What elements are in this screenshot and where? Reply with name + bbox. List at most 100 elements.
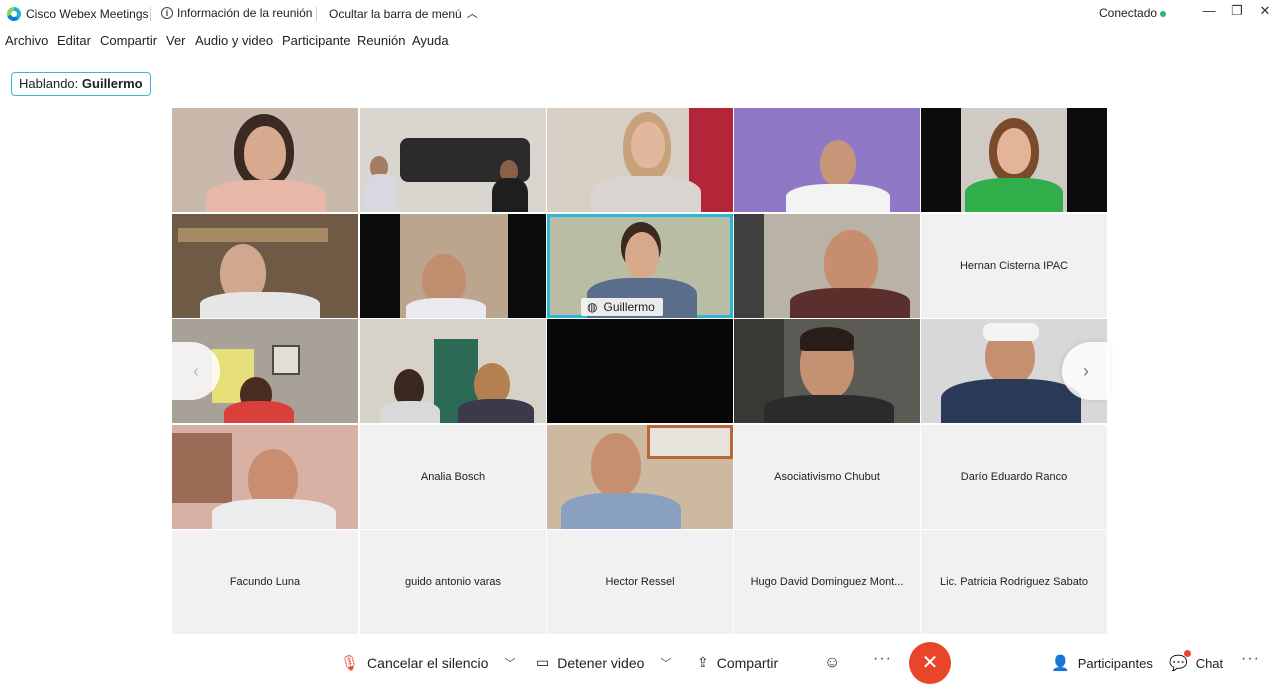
participant-body [591,176,701,212]
participant-tile[interactable]: Darío Eduardo Ranco [921,425,1107,529]
participant-name: guido antonio varas [404,576,501,588]
close-icon: ✕ [921,652,939,674]
video-tile[interactable] [734,108,920,212]
unmute-label: Cancelar el silencio [367,655,489,671]
participant-tile[interactable]: Facundo Luna [172,530,358,634]
shelf [172,433,232,503]
share-button[interactable]: ⇪ Compartir [697,654,778,671]
stop-video-button[interactable]: ▭ Detener video ﹀ [536,654,671,671]
participant-body [492,178,528,212]
menu-ver[interactable]: Ver [166,33,186,48]
connection-status: Conectado [1099,6,1158,20]
video-tile[interactable] [360,319,546,423]
share-icon: ⇪ [697,654,709,670]
participant-body [206,180,326,212]
stop-video-label: Detener video [557,654,645,671]
participant-name: Hugo David Dominguez Mont... [750,576,904,588]
video-tile[interactable] [360,108,546,212]
restore-button[interactable]: ❐ [1222,3,1252,23]
title-bar: Cisco Webex Meetings i Información de la… [0,0,1280,28]
meeting-info-button[interactable]: i Información de la reunión [161,6,312,20]
chevron-left-icon: ‹ [193,360,199,381]
video-tile[interactable] [172,214,358,318]
participant-name: Hernan Cisterna IPAC [959,260,1068,272]
reactions-button[interactable]: ☺ [824,654,840,672]
menu-audio-video[interactable]: Audio y video [195,33,273,48]
meeting-info-label: Información de la reunión [177,6,313,20]
menu-reunion[interactable]: Reunión [357,33,405,48]
video-tile[interactable] [172,425,358,529]
participant-tile[interactable]: guido antonio varas [360,530,546,634]
participant-name: Darío Eduardo Ranco [960,471,1068,483]
separator [150,7,151,21]
smiley-icon: ☺ [824,654,841,671]
participant-body [764,395,894,423]
more-options-icon[interactable]: ··· [1241,650,1260,668]
picture-frame [272,345,300,375]
participant-name: Asociativismo Chubut [774,471,880,483]
muted-microphone-icon: 🎙 [340,655,360,672]
menu-archivo[interactable]: Archivo [5,33,48,48]
participant-tile[interactable]: Lic. Patricia Rodriguez Sabato [921,530,1107,634]
hide-menu-label: Ocultar la barra de menú [329,7,462,21]
chevron-down-icon[interactable]: ﹀ [504,655,515,671]
status-dot-icon [1160,11,1166,17]
participant-body [224,401,294,423]
chat-label: Chat [1195,655,1224,671]
participant-face [591,433,641,497]
hat [983,323,1039,341]
participants-label: Participantes [1077,655,1153,671]
minimize-button[interactable]: — [1194,3,1224,23]
participant-tile[interactable]: Hector Ressel [547,530,733,634]
participant-grid: ◍ Guillermo Hernan Cisterna IPAC Analia … [172,108,1108,634]
participant-name: Lic. Patricia Rodriguez Sabato [940,576,1088,588]
participant-face [997,128,1031,174]
unmute-button[interactable]: 🎙 Cancelar el silencio ﹀ [340,654,515,672]
participant-body [458,399,534,423]
info-icon: i [161,7,173,19]
participant-body [200,292,320,318]
chat-button[interactable]: 💬 Chat [1169,654,1223,672]
meeting-controls: 🎙 Cancelar el silencio ﹀ ▭ Detener video… [0,636,1280,692]
participant-face [631,122,665,168]
participant-body [561,493,681,529]
participants-button[interactable]: 👤 Participantes [1051,654,1153,672]
end-meeting-button[interactable]: ✕ [909,642,951,684]
video-tile[interactable] [921,108,1107,212]
webex-logo-icon [7,7,21,21]
participant-tile[interactable]: Analia Bosch [360,425,546,529]
participant-tile[interactable]: Hernan Cisterna IPAC [921,214,1107,318]
menu-ayuda[interactable]: Ayuda [412,33,449,48]
participant-name: Facundo Luna [229,576,301,588]
menu-compartir[interactable]: Compartir [100,33,157,48]
video-tile[interactable] [547,319,733,423]
participant-body [364,174,398,212]
video-tile[interactable] [734,319,920,423]
close-button[interactable]: ✕ [1250,3,1280,23]
participant-tile[interactable]: Hugo David Dominguez Mont... [734,530,920,634]
video-camera-icon: ▭ [536,654,550,670]
video-tile[interactable] [547,108,733,212]
separator [316,7,317,21]
video-tile[interactable] [360,214,546,318]
audio-speaking-icon: ◍ [587,300,598,314]
participant-face [625,232,659,278]
video-tile[interactable] [172,108,358,212]
chevron-down-icon[interactable]: ﹀ [660,655,671,671]
speaking-name: Guillermo [81,76,143,91]
picture-frame [647,425,733,459]
menu-editar[interactable]: Editar [57,33,91,48]
participant-body [380,401,440,423]
video-tile[interactable] [547,425,733,529]
participant-body [790,288,910,318]
participant-tile[interactable]: Asociativismo Chubut [734,425,920,529]
participant-face [244,126,286,180]
chevron-up-icon: ︿ [466,8,478,20]
participant-body [786,184,890,212]
bookshelf [178,228,328,242]
menu-participante[interactable]: Participante [282,33,351,48]
hide-menu-bar-button[interactable]: Ocultar la barra de menú ︿ [329,6,478,22]
active-speaker-tile[interactable]: ◍ Guillermo [547,214,733,318]
more-options-icon[interactable]: ··· [873,650,892,668]
video-tile[interactable] [734,214,920,318]
